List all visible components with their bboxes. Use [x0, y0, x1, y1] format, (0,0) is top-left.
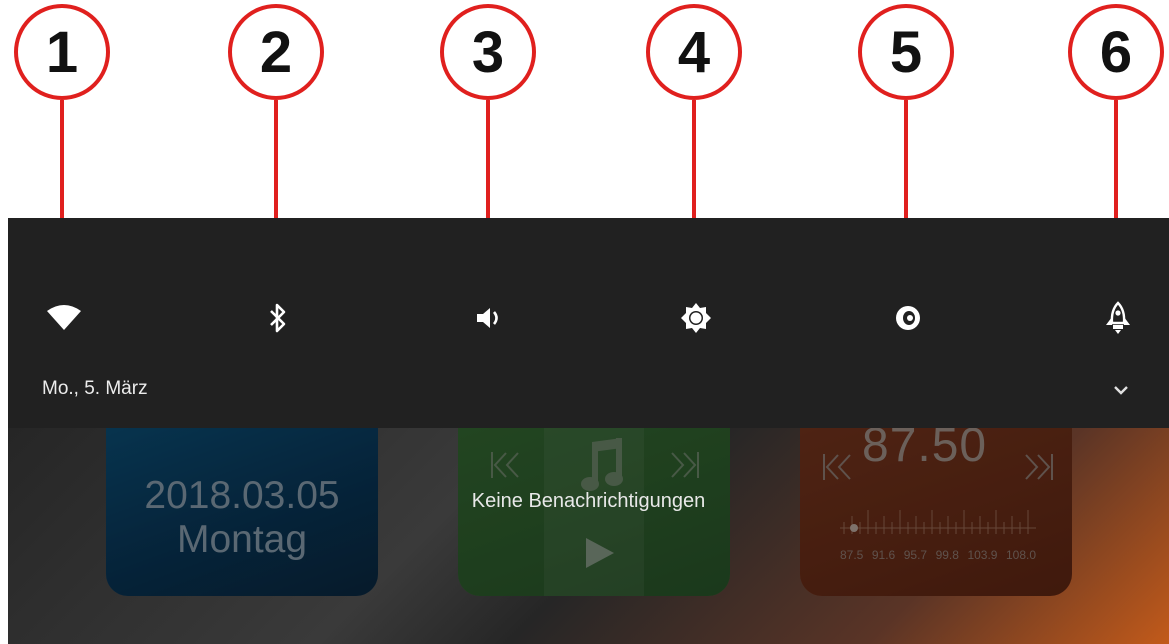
quick-settings-panel: Mo., 5. März	[8, 218, 1169, 428]
callout-number: 6	[1068, 4, 1164, 100]
chevron-down-icon	[1114, 386, 1128, 395]
callout-6: 6	[1064, 0, 1169, 272]
callout-3: 3	[436, 0, 546, 272]
date-label: Mo., 5. März	[42, 378, 148, 399]
home-screen-background: 2018.03.05 Montag 87.50 87.5 91.6 95.7 9…	[8, 428, 1169, 644]
wifi-icon	[47, 305, 81, 330]
brightness-toggle[interactable]	[676, 298, 716, 338]
callout-annotations: 1 2 3 4 5 6	[0, 0, 1169, 272]
boost-toggle[interactable]	[1098, 298, 1138, 338]
volume-icon	[477, 308, 498, 328]
callout-number: 4	[646, 4, 742, 100]
bluetooth-icon	[270, 303, 286, 333]
callout-number: 3	[440, 4, 536, 100]
volume-toggle[interactable]	[470, 298, 510, 338]
rocket-icon	[1106, 301, 1130, 334]
no-notifications-text: Keine Benachrichtigungen	[471, 490, 706, 512]
bluetooth-toggle[interactable]	[258, 298, 298, 338]
callout-5: 5	[854, 0, 964, 272]
brightness-icon	[681, 303, 711, 333]
callout-2: 2	[224, 0, 334, 272]
speaker-icon	[896, 306, 920, 330]
callout-number: 2	[228, 4, 324, 100]
callout-1: 1	[10, 0, 120, 272]
callout-number: 5	[858, 4, 954, 100]
callout-4: 4	[642, 0, 752, 272]
speaker-toggle[interactable]	[888, 298, 928, 338]
callout-number: 1	[14, 4, 110, 100]
expand-button[interactable]	[1107, 376, 1135, 404]
wifi-toggle[interactable]	[44, 298, 84, 338]
